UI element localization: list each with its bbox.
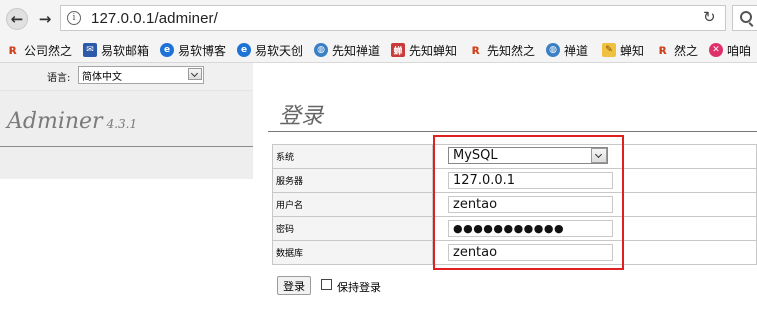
bookmark-item[interactable]: ʀ 然之 — [656, 41, 698, 59]
bookmark-label: 公司然之 — [24, 43, 73, 58]
password-label: 密码 — [272, 216, 433, 241]
rz-icon: ʀ — [658, 42, 668, 58]
ysoft-icon: e — [237, 43, 251, 57]
bookmark-label: 先知蝉知 — [409, 43, 458, 58]
browser-toolbar: ← → i 127.0.0.1/adminer/ ↻ — [0, 0, 757, 38]
system-label: 系统 — [272, 144, 433, 169]
bookmark-label: 咱咱 — [727, 43, 752, 58]
server-field[interactable]: 127.0.0.1 — [448, 172, 613, 189]
bookmark-label: 先知禅道 — [332, 43, 381, 58]
rz-icon: ʀ — [471, 42, 481, 58]
system-select[interactable]: MySQL — [448, 147, 608, 164]
brand-name: Adminer — [7, 109, 103, 134]
chevron-down-icon[interactable] — [188, 68, 202, 80]
login-button[interactable]: 登录 — [277, 276, 311, 295]
server-label: 服务器 — [272, 168, 433, 193]
brand-version: 4.3.1 — [106, 117, 138, 131]
bookmark-label: 易软邮箱 — [101, 43, 150, 58]
password-field[interactable]: ●●●●●●●●●●● — [448, 220, 613, 237]
remember-label[interactable]: 保持登录 — [337, 279, 381, 295]
title-divider — [268, 131, 757, 132]
chevron-down-icon[interactable] — [591, 148, 607, 163]
mail-icon: ✉ — [83, 43, 97, 57]
bookmark-item[interactable]: e 易软天创 — [237, 41, 303, 59]
bookmark-item[interactable]: ʀ 公司然之 — [6, 41, 72, 59]
bookmark-item[interactable]: ◍ 禅道 — [546, 41, 588, 59]
address-bar[interactable]: i 127.0.0.1/adminer/ ↻ — [60, 5, 726, 31]
search-icon — [740, 11, 752, 23]
bookmark-item[interactable]: e 易软博客 — [160, 41, 226, 59]
bookmark-label: 蝉知 — [620, 43, 645, 58]
blog-icon: e — [160, 43, 174, 57]
database-field[interactable]: zentao — [448, 244, 613, 261]
sidebar-header: Adminer 4.3.1 — [0, 91, 253, 147]
bookmark-label: 易软天创 — [255, 43, 304, 58]
database-label: 数据库 — [272, 240, 433, 265]
brand-logo[interactable]: Adminer 4.3.1 — [7, 109, 137, 134]
x-icon: ✕ — [709, 43, 723, 57]
language-value: 简体中文 — [82, 72, 122, 83]
chanzhi-icon: 蝉 — [391, 43, 405, 57]
bookmark-label: 然之 — [674, 43, 699, 58]
url-text[interactable]: 127.0.0.1/adminer/ — [91, 10, 218, 27]
bookmark-item[interactable]: ✎ 蝉知 — [602, 41, 644, 59]
remember-checkbox[interactable] — [321, 279, 332, 290]
bookmark-item[interactable]: 蝉 先知蝉知 — [391, 41, 457, 59]
page-title: 登录 — [279, 104, 324, 129]
bookmark-item[interactable]: ✕ 咱咱 — [709, 41, 751, 59]
bookmark-label: 先知然之 — [487, 43, 536, 58]
username-field[interactable]: zentao — [448, 196, 613, 213]
rz-icon: ʀ — [8, 42, 18, 58]
bookmark-item[interactable]: ◍ 先知禅道 — [314, 41, 380, 59]
bookmark-label: 易软博客 — [178, 43, 227, 58]
system-value: MySQL — [453, 148, 498, 163]
search-box[interactable] — [732, 5, 757, 31]
language-bar: 语言: 简体中文 — [0, 63, 253, 91]
reload-icon[interactable]: ↻ — [703, 8, 716, 26]
info-icon[interactable]: i — [67, 11, 81, 25]
globe-icon: ◍ — [546, 43, 560, 57]
forward-arrow-icon[interactable]: → — [34, 8, 56, 30]
username-label: 用户名 — [272, 192, 433, 217]
sidebar: Adminer 4.3.1 — [0, 91, 253, 179]
bookmarks-bar: ʀ 公司然之 ✉ 易软邮箱 e 易软博客 e 易软天创 ◍ 先知禅道 蝉 先知蝉… — [0, 38, 757, 63]
back-arrow-icon[interactable]: ← — [6, 8, 28, 30]
bookmark-item[interactable]: ʀ 先知然之 — [469, 41, 535, 59]
language-label: 语言: — [47, 73, 71, 84]
globe-icon: ◍ — [314, 43, 328, 57]
language-select[interactable]: 简体中文 — [78, 66, 204, 84]
bookmark-item[interactable]: ✉ 易软邮箱 — [83, 41, 149, 59]
notepad-icon: ✎ — [602, 43, 616, 57]
bookmark-label: 禅道 — [564, 43, 589, 58]
